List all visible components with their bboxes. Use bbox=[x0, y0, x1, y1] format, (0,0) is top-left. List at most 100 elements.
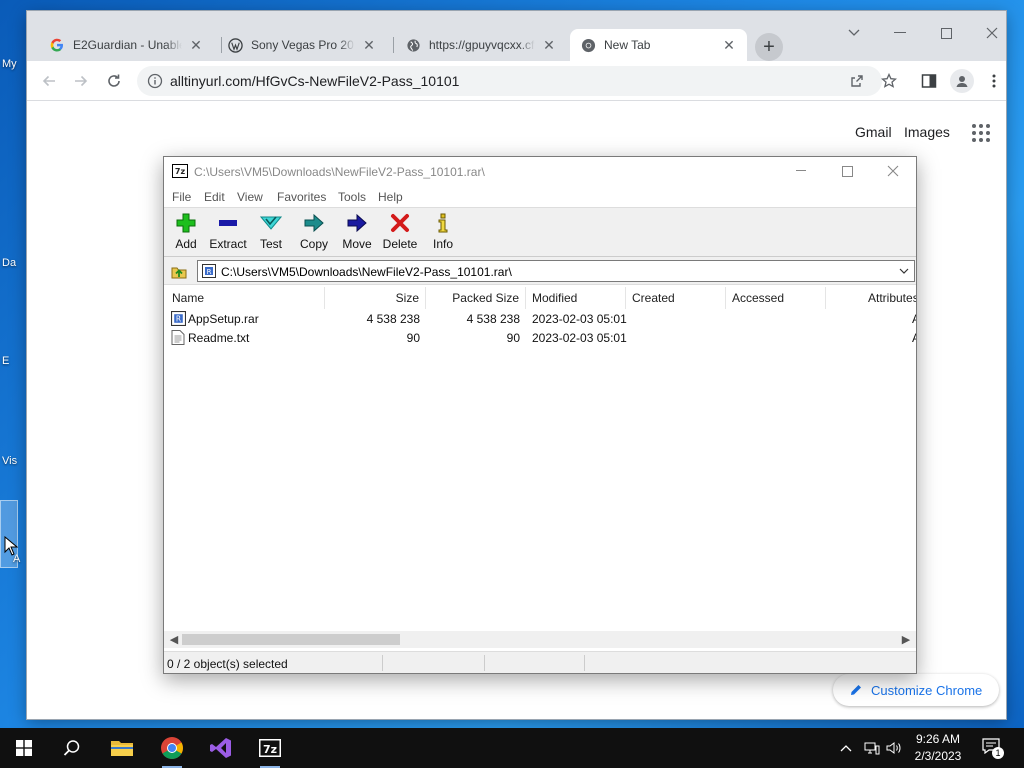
column-header-size[interactable]: Size bbox=[325, 287, 426, 309]
folder-up-icon[interactable] bbox=[170, 262, 188, 280]
desktop-icon-label[interactable]: Vis bbox=[2, 455, 17, 467]
pencil-icon bbox=[851, 685, 861, 695]
notification-center-button[interactable]: 1 bbox=[982, 738, 1004, 759]
side-panel-icon[interactable] bbox=[921, 73, 937, 89]
taskbar-7zip[interactable]: 7z bbox=[246, 728, 294, 768]
desktop-icon-label[interactable]: My bbox=[2, 58, 17, 70]
reload-icon[interactable] bbox=[102, 69, 126, 93]
taskbar-visual-studio[interactable] bbox=[197, 728, 245, 768]
add-icon bbox=[174, 212, 198, 234]
forward-icon[interactable] bbox=[69, 69, 93, 93]
tab-title: New Tab bbox=[604, 38, 651, 52]
column-header-attributes[interactable]: Attributes bbox=[826, 287, 916, 309]
chevron-down-icon[interactable] bbox=[898, 265, 910, 277]
column-header-modified[interactable]: Modified bbox=[532, 287, 626, 309]
tab-new-tab[interactable]: New Tab ✕ bbox=[570, 29, 747, 61]
search-button[interactable] bbox=[48, 728, 96, 768]
file-list[interactable]: Name Size Packed Size Modified Created A… bbox=[164, 285, 916, 631]
volume-icon[interactable] bbox=[886, 740, 902, 756]
copy-button[interactable]: Copy bbox=[292, 212, 336, 256]
close-window-icon[interactable] bbox=[885, 163, 901, 179]
close-window-icon[interactable] bbox=[984, 25, 1000, 41]
move-button[interactable]: Move bbox=[335, 212, 379, 256]
svg-text:7z: 7z bbox=[263, 743, 277, 756]
images-link[interactable]: Images bbox=[904, 124, 950, 140]
scrollbar-thumb[interactable] bbox=[182, 634, 400, 645]
close-tab-icon[interactable]: ✕ bbox=[361, 37, 377, 53]
notification-count-badge: 1 bbox=[992, 747, 1004, 759]
desktop-icon-selected[interactable]: A bbox=[0, 500, 20, 568]
chevron-up-icon[interactable] bbox=[838, 740, 854, 756]
more-menu-icon[interactable] bbox=[986, 73, 1002, 89]
site-info-icon[interactable] bbox=[147, 73, 163, 89]
share-icon[interactable] bbox=[849, 73, 865, 89]
move-icon bbox=[345, 212, 369, 234]
taskbar-chrome[interactable] bbox=[148, 728, 196, 768]
column-header-name[interactable]: Name bbox=[172, 287, 325, 309]
file-name: AppSetup.rar bbox=[188, 312, 259, 326]
taskbar: 7z 9:26 AM 2/3/2023 1 bbox=[0, 728, 1024, 768]
close-tab-icon[interactable]: ✕ bbox=[721, 37, 737, 53]
test-icon bbox=[259, 212, 283, 234]
file-row[interactable]: Readme.txt 90 90 2023-02-03 05:01 A bbox=[164, 329, 916, 348]
scroll-right-icon[interactable]: ▶ bbox=[900, 633, 912, 646]
search-icon bbox=[63, 740, 80, 756]
column-header-accessed[interactable]: Accessed bbox=[732, 287, 826, 309]
path-field[interactable]: R C:\Users\VM5\Downloads\NewFileV2-Pass_… bbox=[197, 260, 915, 282]
gmail-link[interactable]: Gmail bbox=[855, 124, 892, 140]
7zip-app-icon: 7z bbox=[172, 164, 188, 178]
menu-edit[interactable]: Edit bbox=[204, 190, 225, 204]
clock-time: 9:26 AM bbox=[915, 732, 961, 746]
folder-icon bbox=[111, 741, 133, 756]
test-button[interactable]: Test bbox=[249, 212, 293, 256]
back-icon[interactable] bbox=[37, 69, 61, 93]
tab-e2guardian[interactable]: E2Guardian - Unable to load the page ✕ bbox=[39, 29, 214, 61]
close-tab-icon[interactable]: ✕ bbox=[188, 37, 204, 53]
7zip-address-row: R C:\Users\VM5\Downloads\NewFileV2-Pass_… bbox=[164, 257, 916, 285]
desktop-icon-label[interactable]: Da bbox=[2, 257, 16, 269]
bookmark-star-icon[interactable] bbox=[881, 73, 897, 89]
address-bar[interactable]: alltinyurl.com/HfGvCs-NewFileV2-Pass_101… bbox=[137, 66, 882, 96]
column-header-packed-size[interactable]: Packed Size bbox=[426, 287, 526, 309]
menu-help[interactable]: Help bbox=[378, 190, 403, 204]
horizontal-scrollbar[interactable]: ◀ ▶ bbox=[164, 631, 916, 648]
info-button[interactable]: Info bbox=[421, 212, 465, 256]
url-text[interactable]: alltinyurl.com/HfGvCs-NewFileV2-Pass_101… bbox=[170, 73, 459, 89]
minimize-icon[interactable] bbox=[793, 163, 809, 179]
customize-chrome-button[interactable]: Customize Chrome bbox=[833, 674, 999, 706]
tab-search-icon[interactable] bbox=[846, 25, 862, 41]
maximize-icon[interactable] bbox=[839, 163, 855, 179]
google-g-icon bbox=[49, 37, 65, 53]
new-tab-button[interactable]: + bbox=[755, 33, 783, 61]
profile-avatar-icon[interactable] bbox=[950, 69, 974, 93]
7zip-title-bar[interactable]: 7z C:\Users\VM5\Downloads\NewFileV2-Pass… bbox=[164, 157, 916, 187]
menu-tools[interactable]: Tools bbox=[338, 190, 366, 204]
column-header-created[interactable]: Created bbox=[632, 287, 726, 309]
add-button[interactable]: Add bbox=[164, 212, 208, 256]
tab-sony-vegas[interactable]: Sony Vegas Pro 20 Crack ✕ bbox=[217, 29, 387, 61]
clock[interactable]: 9:26 AM 2/3/2023 bbox=[905, 731, 971, 765]
close-tab-icon[interactable]: ✕ bbox=[541, 37, 557, 53]
minimize-icon[interactable] bbox=[892, 25, 908, 41]
delete-button[interactable]: Delete bbox=[378, 212, 422, 256]
7zip-window: 7z C:\Users\VM5\Downloads\NewFileV2-Pass… bbox=[163, 156, 917, 674]
7zip-app-icon: 7z bbox=[259, 739, 281, 757]
network-icon[interactable] bbox=[864, 740, 880, 756]
scroll-left-icon[interactable]: ◀ bbox=[168, 633, 180, 646]
file-size: 4 538 238 bbox=[366, 312, 420, 326]
google-apps-icon[interactable] bbox=[972, 124, 990, 142]
tab-gpuyvqcxx[interactable]: https://gpuyvqcxx.cfd ✕ bbox=[395, 29, 567, 61]
file-packed-size: 4 538 238 bbox=[466, 312, 520, 326]
selection-status: 0 / 2 object(s) selected bbox=[167, 657, 288, 671]
7zip-toolbar: Add Extract Test Copy Move Delete Info bbox=[164, 207, 916, 257]
start-button[interactable] bbox=[0, 728, 48, 768]
file-row[interactable]: R AppSetup.rar 4 538 238 4 538 238 2023-… bbox=[164, 310, 916, 329]
menu-view[interactable]: View bbox=[237, 190, 263, 204]
taskbar-file-explorer[interactable] bbox=[98, 728, 146, 768]
menu-favorites[interactable]: Favorites bbox=[277, 190, 326, 204]
menu-file[interactable]: File bbox=[172, 190, 191, 204]
desktop-icon-label[interactable]: E bbox=[2, 355, 9, 367]
maximize-icon[interactable] bbox=[938, 25, 954, 41]
7zip-window-title: C:\Users\VM5\Downloads\NewFileV2-Pass_10… bbox=[194, 165, 485, 179]
extract-button[interactable]: Extract bbox=[206, 212, 250, 256]
